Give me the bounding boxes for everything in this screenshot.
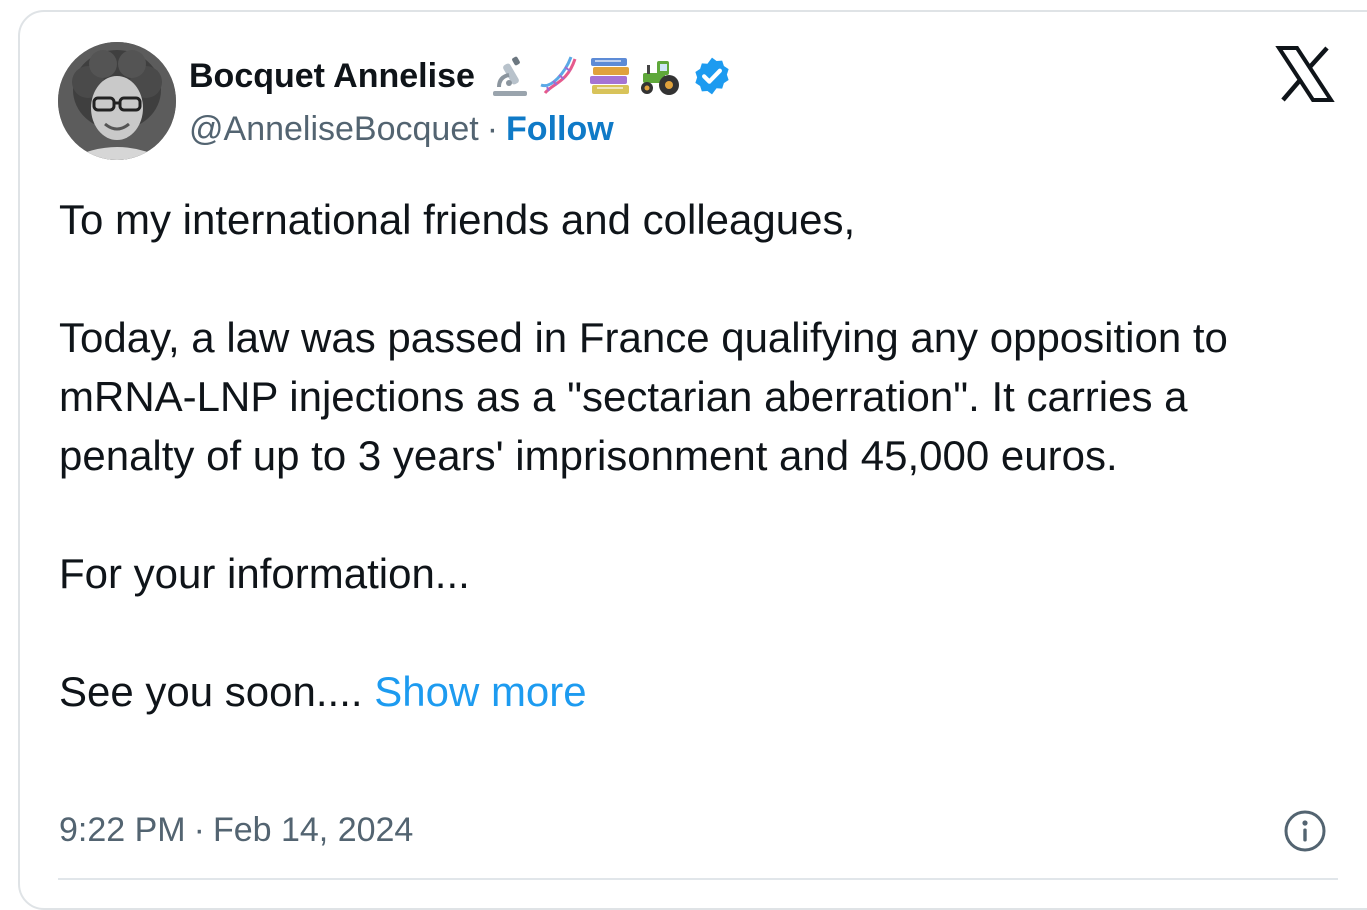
handle-separator: ·	[486, 109, 499, 148]
author-name-row: Bocquet Annelise	[189, 52, 733, 100]
author-handle-row: @AnneliseBocquet · Follow	[189, 106, 614, 152]
books-emoji	[587, 53, 633, 99]
author-display-name[interactable]: Bocquet Annelise	[189, 57, 475, 96]
tweet-paragraph: To my international friends and colleagu…	[59, 196, 856, 243]
tweet-paragraph: See you soon....	[59, 668, 363, 715]
info-icon[interactable]	[1283, 809, 1327, 853]
dna-emoji	[537, 53, 583, 99]
tweet-last-line: See you soon.... Show more	[59, 662, 1259, 721]
tractor-emoji	[637, 53, 683, 99]
tweet-paragraph: For your information...	[59, 550, 470, 597]
avatar[interactable]	[58, 42, 176, 160]
tweet-body: To my international friends and colleagu…	[59, 190, 1259, 721]
verified-badge-icon[interactable]	[691, 55, 733, 97]
follow-button[interactable]: Follow	[506, 110, 614, 149]
tweet-meta: 9:22 PM · Feb 14, 2024	[59, 808, 413, 852]
show-more-link[interactable]: Show more	[374, 668, 586, 715]
author-handle[interactable]: @AnneliseBocquet	[189, 110, 479, 149]
tweet-paragraph: Today, a law was passed in France qualif…	[59, 314, 1228, 479]
tweet-date[interactable]: Feb 14, 2024	[213, 811, 413, 850]
x-logo-icon[interactable]	[1275, 44, 1335, 104]
microscope-emoji	[487, 53, 533, 99]
tweet-time[interactable]: 9:22 PM	[59, 811, 186, 850]
meta-separator: ·	[193, 810, 205, 849]
divider	[58, 878, 1338, 880]
